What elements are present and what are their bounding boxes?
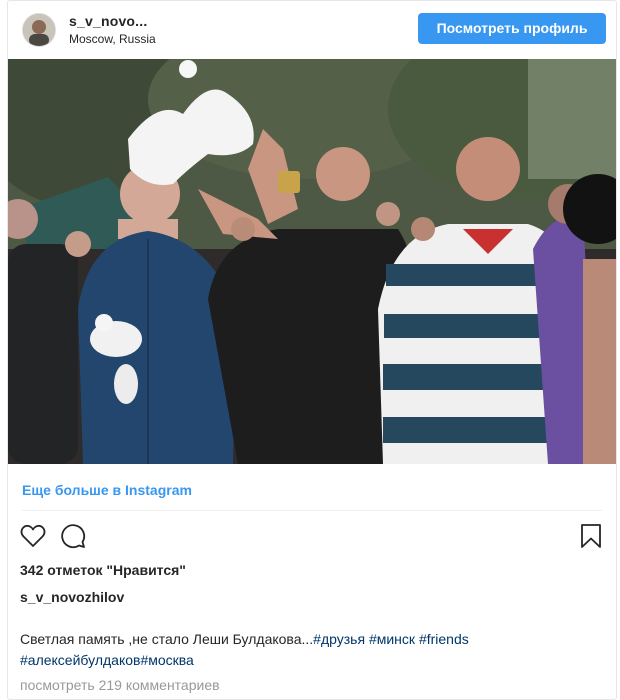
divider [22, 510, 602, 511]
post-photo[interactable] [8, 59, 616, 464]
post-header: s_v_novo... Moscow, Russia Посмотреть пр… [8, 1, 616, 59]
more-on-instagram-link[interactable]: Еще больше в Instagram [22, 482, 192, 498]
hashtag-link[interactable]: #минск [369, 631, 415, 647]
photo-image [8, 59, 616, 464]
view-comments-link[interactable]: посмотреть 219 комментариев [20, 677, 220, 693]
username[interactable]: s_v_novo... [69, 13, 147, 29]
hashtag-link[interactable]: #friends [419, 631, 469, 647]
hashtag-link[interactable]: #москва [140, 652, 193, 668]
view-profile-button[interactable]: Посмотреть профиль [418, 13, 606, 44]
avatar-image [23, 14, 55, 46]
instagram-embed-card: s_v_novo... Moscow, Russia Посмотреть пр… [7, 0, 617, 700]
bookmark-icon[interactable] [578, 523, 604, 549]
hashtag-link[interactable]: #друзья [313, 631, 365, 647]
caption-text: Светлая память ,не стало Леши Булдакова.… [20, 631, 314, 647]
comment-icon[interactable] [60, 523, 86, 549]
heart-icon[interactable] [20, 523, 46, 549]
post-caption: Светлая память ,не стало Леши Булдакова.… [20, 629, 600, 671]
hashtag-link[interactable]: #алексейбулдаков [20, 652, 140, 668]
location[interactable]: Moscow, Russia [69, 32, 156, 46]
comment-icon-graphic [61, 524, 86, 549]
post-owner-username[interactable]: s_v_novozhilov [20, 589, 124, 605]
likes-count[interactable]: 342 отметок "Нравится" [20, 562, 186, 578]
heart-icon-graphic [20, 524, 46, 547]
bookmark-icon-graphic [581, 524, 601, 548]
avatar[interactable] [22, 13, 56, 47]
